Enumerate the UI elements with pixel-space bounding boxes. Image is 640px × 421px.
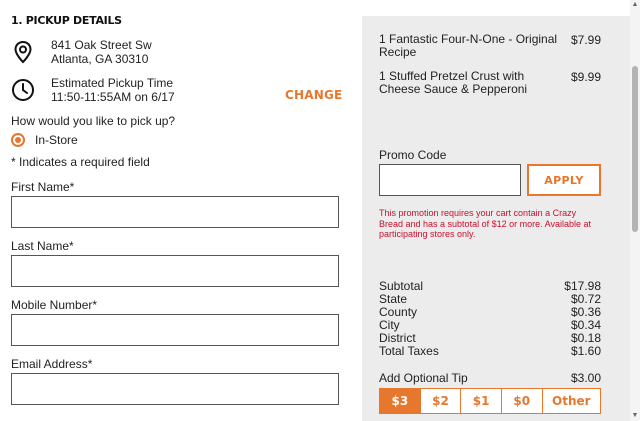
cart-item-price: $9.99 (570, 70, 601, 84)
pickup-time-title: Estimated Pickup Time (51, 76, 174, 90)
pickup-details-panel: 1. PICKUP DETAILS 841 Oak Street Sw Atla… (0, 0, 362, 421)
clock-icon (12, 79, 34, 101)
scroll-down-icon[interactable]: ▼ (631, 412, 639, 420)
in-store-radio[interactable] (11, 133, 25, 147)
mobile-number-field[interactable] (11, 314, 339, 346)
first-name-label: First Name* (11, 180, 75, 194)
scrollbar[interactable]: ▲ ▼ (630, 0, 640, 421)
tip-label: Add Optional Tip (379, 371, 468, 385)
first-name-field[interactable] (11, 196, 339, 228)
tip-option-2[interactable]: $2 (421, 389, 462, 413)
mobile-number-label: Mobile Number* (11, 298, 98, 312)
scrollbar-thumb[interactable] (632, 66, 638, 232)
total-taxes-value: $1.60 (570, 344, 601, 358)
tip-selector: $3 $2 $1 $0 Other (379, 388, 601, 414)
tip-option-3[interactable]: $3 (380, 389, 421, 413)
tip-option-0[interactable]: $0 (502, 389, 543, 413)
pickup-method-question: How would you like to pick up? (11, 114, 176, 128)
cart-item-price: $7.99 (570, 33, 601, 47)
section-title: 1. PICKUP DETAILS (11, 14, 122, 27)
total-taxes-label: Total Taxes (379, 344, 439, 358)
address-line-1: 841 Oak Street Sw (51, 38, 152, 52)
change-button[interactable]: CHANGE (285, 88, 342, 102)
promo-code-label: Promo Code (379, 148, 447, 162)
email-address-label: Email Address* (11, 357, 93, 371)
address-line-2: Atlanta, GA 30310 (51, 52, 149, 66)
pickup-time-value: 11:50-11:55AM on 6/17 (51, 90, 175, 104)
tip-option-other[interactable]: Other (543, 389, 600, 413)
required-note: * Indicates a required field (11, 155, 150, 169)
cart-item-name: 1 Stuffed Pretzel Crust with Cheese Sauc… (379, 69, 528, 96)
scroll-up-icon[interactable]: ▲ (631, 1, 639, 9)
cart-item-name: 1 Fantastic Four-N-One - Original Recipe (379, 32, 558, 59)
in-store-label[interactable]: In-Store (35, 133, 78, 147)
email-address-field[interactable] (11, 373, 339, 405)
apply-button[interactable]: APPLY (527, 164, 601, 196)
last-name-label: Last Name* (11, 239, 74, 253)
last-name-field[interactable] (11, 255, 339, 287)
tip-option-1[interactable]: $1 (461, 389, 502, 413)
map-pin-icon (14, 40, 32, 64)
promo-code-input[interactable] (379, 164, 521, 196)
tip-value: $3.00 (570, 371, 601, 385)
promo-message: This promotion requires your cart contai… (379, 208, 591, 239)
